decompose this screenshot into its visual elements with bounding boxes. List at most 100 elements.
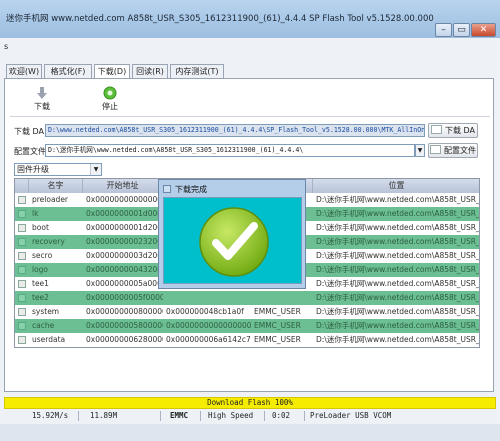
tab-download[interactable]: 下载(D) [94, 64, 130, 79]
cell-region: EMMC_USER [254, 335, 301, 344]
minimize-button[interactable]: – [435, 23, 452, 37]
table-row[interactable]: system 0x00000000080000000x000000048cb1a0… [15, 305, 480, 319]
table-row[interactable]: cache 0x00000000580000000x000000000000000… [15, 319, 479, 333]
cell-region [251, 291, 313, 305]
cell-size: 0x0000000000000000 [166, 321, 251, 330]
table-row[interactable]: tee2 0x0000000005f00000 D:\迷你手机网\www.netde… [15, 291, 480, 305]
row-checkbox[interactable] [18, 336, 26, 344]
cell-location: D:\迷你手机网\www.netded.com\A858t_USR_S3... [316, 237, 480, 246]
window-title: 迷你手机网 www.netded.com A858t_USR_S305_1612… [6, 14, 434, 24]
download-arrow-icon [24, 86, 60, 100]
row-checkbox[interactable] [18, 308, 26, 316]
download-agent-path[interactable]: D:\www.netded.com\A858t_USR_S305_1612311… [45, 124, 425, 137]
app-icon [163, 185, 171, 193]
status-divider [200, 411, 201, 421]
cell-start: 0x0000000000000000 [86, 195, 163, 204]
stop-icon [92, 86, 128, 100]
file-icon [430, 125, 442, 134]
cell-start: 0x0000000001d00000 [86, 209, 163, 218]
header-start-address[interactable]: 开始地址 [83, 179, 163, 193]
row-checkbox[interactable] [18, 322, 26, 330]
row-checkbox[interactable] [18, 280, 26, 288]
cell-name: secro [32, 251, 53, 260]
header-location[interactable]: 位置 [313, 179, 479, 193]
cell-location: D:\迷你手机网\www.netded.com\A858t_USR_S3... [316, 307, 480, 316]
row-checkbox[interactable] [18, 252, 26, 260]
cell-start: 0x0000000002320000 [86, 237, 163, 246]
status-speed: 15.92M/s [32, 411, 69, 420]
cell-size [163, 291, 251, 305]
cell-start: 0x0000000062800000 [86, 335, 163, 344]
file-icon [430, 145, 441, 154]
download-progress-bar: Download Flash 100% [4, 397, 496, 409]
cell-name: boot [32, 223, 49, 232]
cell-start: 0x0000000005a0000 [86, 279, 163, 288]
cell-name: logo [32, 265, 49, 274]
row-checkbox[interactable] [18, 210, 26, 218]
cell-region: EMMC_USER [254, 321, 301, 330]
status-time: 0:02 [272, 411, 291, 420]
cell-name: lk [32, 209, 39, 218]
cell-name: userdata [32, 335, 66, 344]
cell-start: 0x0000000003d20000 [86, 251, 163, 260]
row-checkbox[interactable] [18, 224, 26, 232]
status-size: 11.89M [90, 411, 118, 420]
dialog-body [163, 197, 302, 284]
maximize-button[interactable]: ▭ [453, 23, 470, 37]
stop-button[interactable]: 停止 [92, 84, 128, 114]
scatter-file-button[interactable]: 配置文件 [428, 143, 478, 158]
row-checkbox[interactable] [18, 294, 26, 302]
header-checkbox-column[interactable] [15, 179, 29, 193]
scatter-file-label: 配置文件 [14, 147, 46, 156]
cell-location: D:\迷你手机网\www.netded.com\A858t_USR_S3... [316, 335, 480, 344]
checkmark-icon [198, 206, 270, 280]
cell-start: 0x0000000008000000 [86, 307, 163, 316]
row-checkbox[interactable] [18, 266, 26, 274]
taskbar-strip [0, 424, 500, 441]
cell-location: D:\迷你手机网\www.netded.com\A858t_USR_S3... [316, 251, 480, 260]
cell-region: EMMC_USER [254, 307, 301, 316]
cell-name: cache [32, 321, 55, 330]
download-agent-button[interactable]: 下载 DA [428, 123, 478, 138]
cell-start: 0x0000000005f00000 [86, 293, 163, 302]
cell-location: D:\迷你手机网\www.netded.com\A858t_USR_S3... [316, 223, 480, 232]
cell-location: D:\迷你手机网\www.netded.com\A858t_USR_S3... [316, 265, 480, 274]
scatter-file-path[interactable]: D:\迷你手机网\www.netded.com\A858t_USR_S305_1… [45, 144, 415, 157]
table-row[interactable]: userdata 0x00000000628000000x000000006a61… [15, 333, 480, 347]
close-button[interactable]: ✕ [471, 23, 496, 37]
cell-name: tee2 [32, 293, 49, 302]
status-divider [304, 411, 305, 421]
cell-location: D:\迷你手机网\www.netded.com\A858t_USR_S3... [316, 279, 480, 288]
cell-name: system [32, 307, 60, 316]
tab-format[interactable]: 格式化(F) [44, 64, 92, 78]
cell-location: D:\迷你手机网\www.netded.com\A858t_USR_S3... [316, 293, 480, 302]
download-button[interactable]: 下载 [24, 84, 60, 114]
cell-size: 0x000000048cb1a0f [166, 307, 244, 316]
progress-text: Download Flash 100% [207, 398, 293, 407]
menu-fragment: s [4, 42, 9, 51]
download-agent-button-label: 下载 DA [444, 126, 476, 135]
tab-welcome[interactable]: 欢迎(W) [6, 64, 42, 78]
row-checkbox[interactable] [18, 196, 26, 204]
dialog-title: 下载完成 [175, 185, 207, 194]
cell-start: 0x0000000004320000 [86, 265, 163, 274]
scatter-dropdown-arrow[interactable]: ▼ [415, 144, 425, 157]
download-agent-label: 下载 DA [14, 127, 45, 136]
download-mode-select[interactable]: 固件升级 ▼ [14, 163, 102, 176]
tab-memory-test[interactable]: 内存测试(T) [170, 64, 224, 78]
toolbar-divider [10, 116, 490, 117]
status-divider [264, 411, 265, 421]
cell-name: recovery [32, 237, 65, 246]
row-checkbox[interactable] [18, 238, 26, 246]
chevron-down-icon: ▼ [90, 164, 101, 175]
cell-start: 0x0000000001d20000 [86, 223, 163, 232]
header-name[interactable]: 名字 [29, 179, 83, 193]
cell-size: 0x000000006a6142c7 [166, 335, 251, 344]
status-bar: 15.92M/s 11.89M EMMC High Speed 0:02 Pre… [4, 410, 496, 422]
cell-name: tee1 [32, 279, 49, 288]
status-divider [160, 411, 161, 421]
tab-readback[interactable]: 回读(R) [132, 64, 168, 78]
stop-label: 停止 [102, 102, 118, 111]
status-port: PreLoader USB VCOM [310, 411, 392, 420]
status-divider [78, 411, 79, 421]
